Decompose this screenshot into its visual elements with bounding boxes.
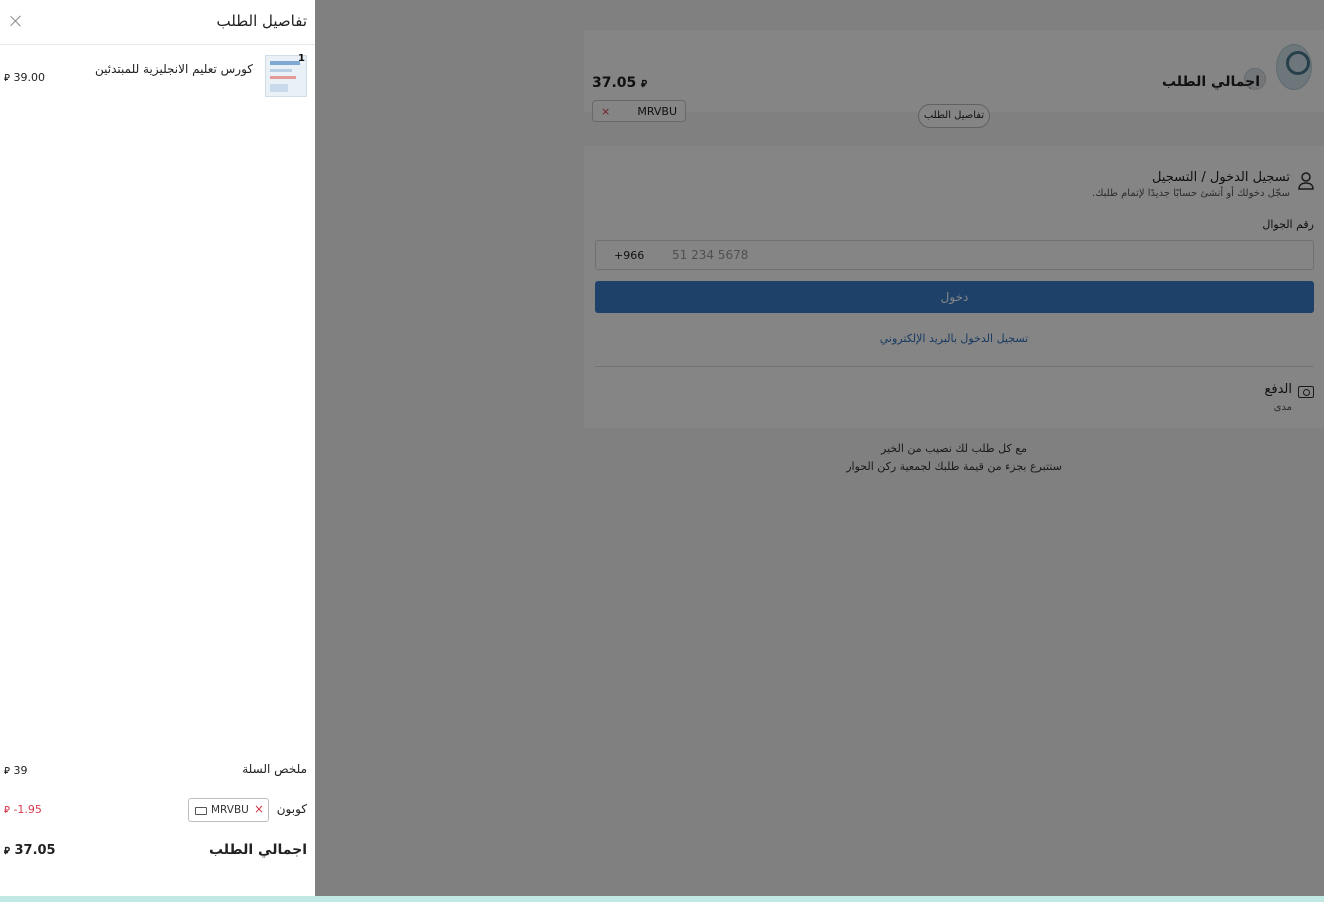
cart-summary-value: ⃁ 39	[4, 764, 28, 777]
coupon-code: MRVBU	[211, 804, 249, 816]
quantity-badge: 1	[298, 53, 305, 64]
divider	[0, 44, 315, 45]
order-details-drawer: تفاصيل الطلب 1 كورس تعليم الانجليزية للم…	[0, 0, 315, 896]
riyal-icon: ⃁	[4, 73, 10, 84]
coupon-chip[interactable]: MRVBU ×	[188, 798, 269, 822]
ticket-icon	[195, 807, 207, 815]
cart-summary-label: ملخص السلة	[242, 762, 307, 776]
order-total-value: ⃁ 37.05	[4, 843, 56, 858]
drawer-title: تفاصيل الطلب	[216, 12, 307, 30]
riyal-icon: ⃁	[4, 846, 10, 857]
remove-coupon-icon[interactable]: ×	[254, 802, 264, 816]
discount-value: ⃁ -1.95	[4, 803, 42, 816]
order-total-label: اجمالي الطلب	[208, 842, 307, 858]
bottom-strip	[0, 896, 1324, 902]
product-name: كورس تعليم الانجليزية للمبتدئين	[95, 62, 253, 76]
riyal-icon: ⃁	[4, 766, 10, 777]
close-icon[interactable]	[10, 15, 22, 27]
coupon-label: كوبون	[276, 802, 307, 816]
product-price: ⃁ 39.00	[4, 71, 45, 84]
riyal-icon: ⃁	[4, 805, 10, 816]
